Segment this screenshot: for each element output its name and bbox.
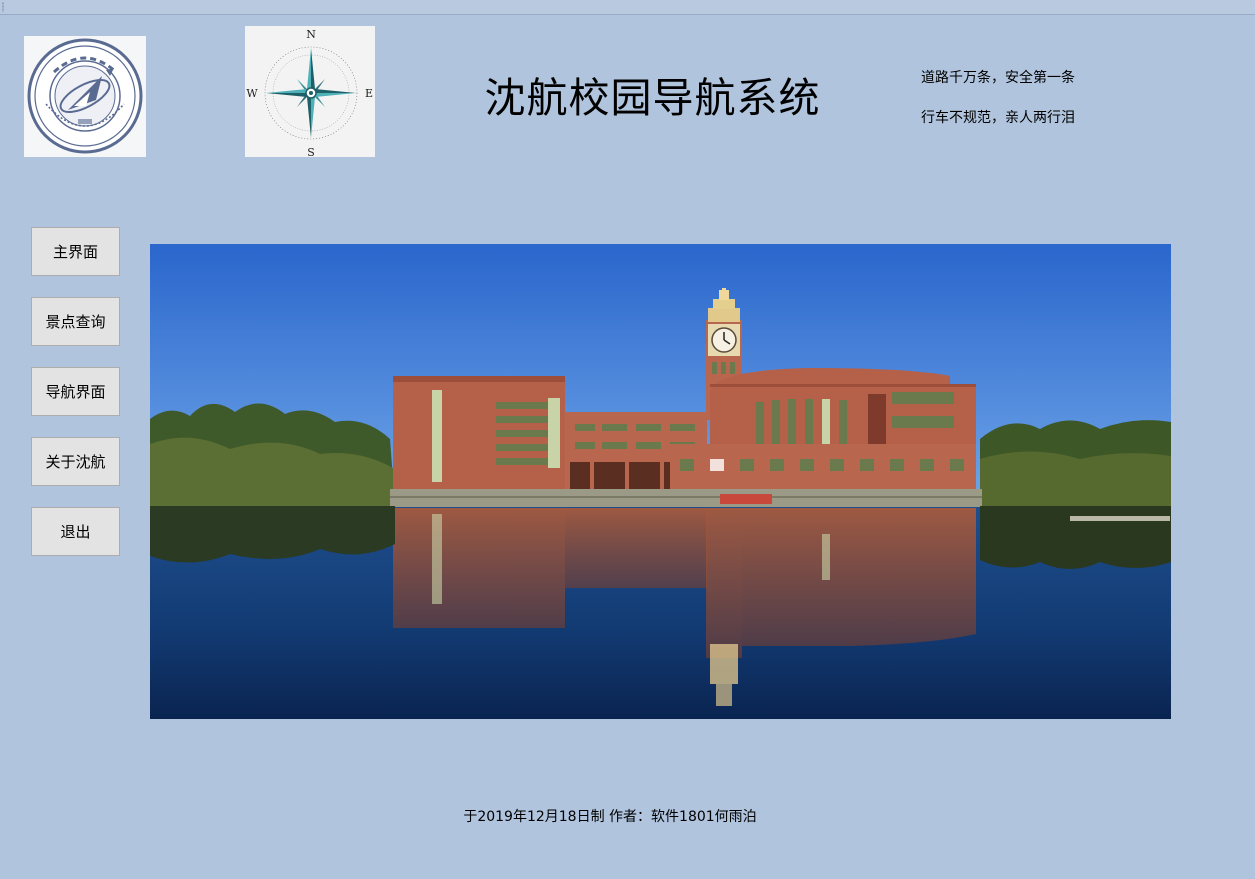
compass-west-label: W <box>246 87 258 100</box>
compass-rose-icon: N S W E <box>246 28 373 157</box>
credits-footer: 于2019年12月18日制 作者：软件1801何雨泊 <box>463 809 757 825</box>
page-title: 沈航校园导航系统 <box>484 74 821 122</box>
slogan-line-1: 道路千万条，安全第一条 <box>921 70 1075 86</box>
campus-building-reflection-image <box>150 244 1171 719</box>
scenic-spot-search-button[interactable]: 景点查询 <box>31 297 120 346</box>
main-menu-button[interactable]: 主界面 <box>31 227 120 276</box>
window-title-strip <box>0 0 1255 15</box>
compass-north-label: N <box>306 28 316 41</box>
compass-east-label: E <box>365 87 373 100</box>
navigation-view-button[interactable]: 导航界面 <box>31 367 120 416</box>
exit-button[interactable]: 退出 <box>31 507 120 556</box>
slogan-line-2: 行车不规范，亲人两行泪 <box>921 110 1075 126</box>
about-university-button[interactable]: 关于沈航 <box>31 437 120 486</box>
compass-south-label: S <box>307 146 315 157</box>
campus-photo <box>150 244 1171 719</box>
compass-image: N S W E <box>245 26 375 157</box>
drag-grip-icon[interactable] <box>2 2 4 12</box>
university-logo <box>24 36 146 157</box>
university-seal-icon <box>27 38 143 154</box>
